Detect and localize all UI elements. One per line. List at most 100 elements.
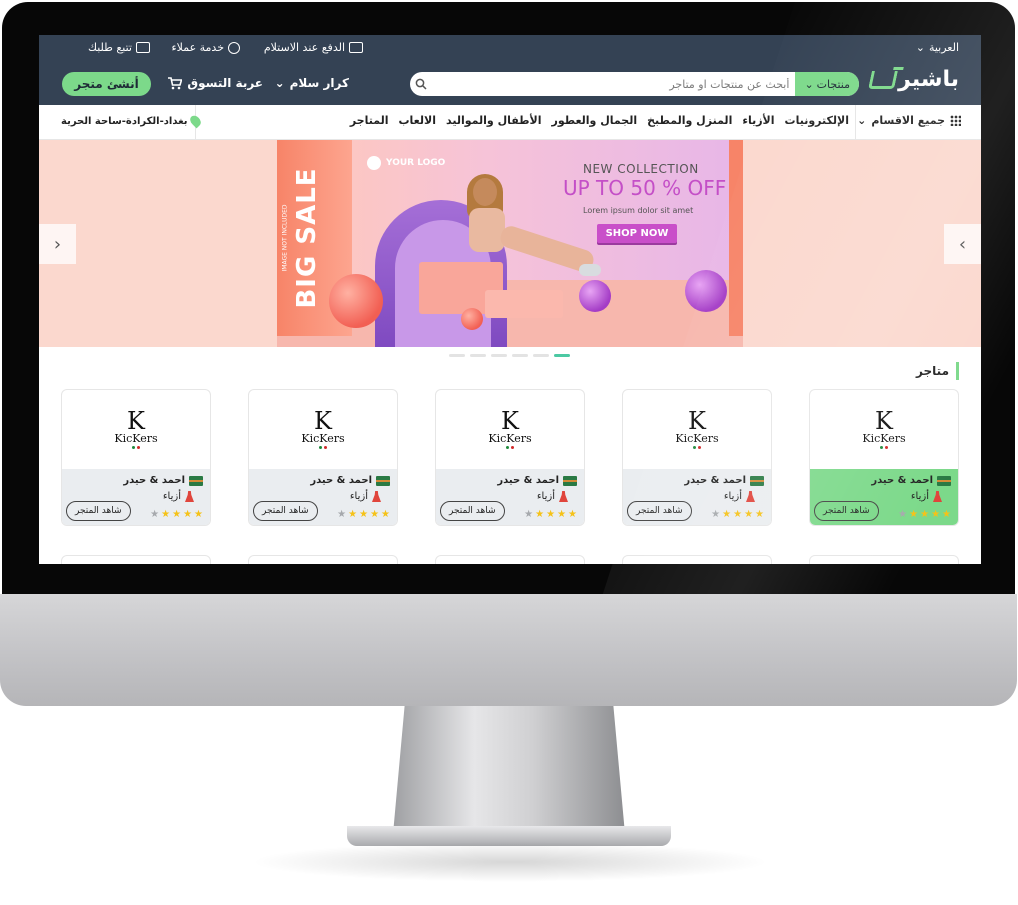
store-info: احمد & حيدر أزياء ★ ★ ★ ★ ★ شاهد المتجر bbox=[810, 469, 958, 525]
cod-link[interactable]: الدفع عند الاستلام bbox=[264, 41, 363, 54]
brand-name: KicKers bbox=[301, 431, 345, 445]
headset-icon bbox=[228, 41, 240, 54]
track-order-link[interactable]: تتبع طلبك bbox=[88, 41, 150, 54]
all-categories-label: جميع الاقسام bbox=[871, 114, 945, 127]
chevron-left-icon: ‹ bbox=[53, 233, 62, 255]
store-card[interactable]: K KicKers احمد & حيدر أزياء ★ ★ ★ ★ ★ شاهد ا… bbox=[61, 389, 211, 526]
view-store-button[interactable]: شاهد المتجر bbox=[440, 501, 505, 521]
store-rating: ★ ★ ★ ★ ★ bbox=[337, 509, 390, 520]
nav-link-electronics[interactable]: الإلكترونيات bbox=[785, 114, 849, 127]
monitor-stand bbox=[393, 706, 625, 834]
support-label: خدمة عملاء bbox=[171, 41, 224, 54]
category-links: الإلكترونيات الأزياء المنزل والمطبخ الجم… bbox=[350, 114, 849, 127]
banner-model-image bbox=[439, 174, 601, 298]
language-label: العربية bbox=[928, 41, 959, 54]
site-logo[interactable]: باشير bbox=[868, 67, 960, 92]
hero-banner[interactable]: BIG SALE IMAGE NOT INCLUDED YOUR LOGO NE… bbox=[39, 140, 981, 347]
category-nav: جميع الاقسام ⌄ الإلكترونيات الأزياء المن… bbox=[39, 105, 981, 140]
slider-next-button[interactable]: › bbox=[944, 224, 981, 264]
store-category: أزياء bbox=[537, 491, 568, 502]
store-card[interactable]: K KicKers احمد & حيدر أزياء ★ ★ ★ ★ ★ شاهد ا… bbox=[248, 389, 398, 526]
search-category-select[interactable]: منتجات ⌄ bbox=[795, 72, 859, 96]
cart-icon bbox=[168, 76, 183, 89]
language-switcher[interactable]: العربية ⌄ bbox=[916, 41, 959, 54]
store-card-partial[interactable] bbox=[435, 555, 585, 564]
user-menu[interactable]: كرار سلام ⌄ bbox=[275, 76, 349, 90]
dress-icon bbox=[185, 491, 194, 502]
search-bar: منتجات ⌄ bbox=[410, 72, 859, 96]
dress-icon bbox=[559, 491, 568, 502]
banner-title: NEW COLLECTION bbox=[583, 162, 699, 176]
logo-placeholder-icon bbox=[367, 156, 381, 170]
browser-screen: العربية ⌄ الدفع عند الاستلام خدمة عملاء … bbox=[39, 35, 981, 564]
brand-mark: K bbox=[501, 406, 519, 435]
store-name: احمد & حيدر bbox=[497, 475, 577, 486]
cod-label: الدفع عند الاستلام bbox=[263, 41, 345, 54]
banner-logo: YOUR LOGO bbox=[367, 156, 445, 170]
chevron-down-icon: ⌄ bbox=[804, 77, 814, 91]
location-label: بغداد-الكرادة-ساحة الحرية bbox=[61, 115, 188, 127]
pin-icon bbox=[187, 113, 203, 129]
nav-link-toys[interactable]: الالعاب bbox=[399, 114, 437, 127]
slider-dot[interactable] bbox=[470, 354, 486, 357]
sale-text: BIG SALE bbox=[292, 167, 322, 309]
store-card-partial[interactable] bbox=[248, 555, 398, 564]
create-store-button[interactable]: أنشئ متجر bbox=[62, 72, 151, 96]
store-card-partial[interactable] bbox=[622, 555, 772, 564]
slider-dot[interactable] bbox=[449, 354, 465, 357]
cart-link[interactable]: عربة التسوق bbox=[168, 76, 263, 90]
brand-name: KicKers bbox=[114, 431, 158, 445]
store-category: أزياء bbox=[911, 491, 942, 502]
search-icon[interactable] bbox=[410, 72, 432, 96]
nav-link-fashion[interactable]: الأزياء bbox=[742, 114, 774, 127]
brand-name: KicKers bbox=[862, 431, 906, 445]
shop-now-button[interactable]: SHOP NOW bbox=[597, 224, 677, 243]
all-categories-menu[interactable]: جميع الاقسام ⌄ bbox=[857, 114, 961, 127]
slider-dot[interactable] bbox=[512, 354, 528, 357]
nav-link-beauty[interactable]: الجمال والعطور bbox=[552, 114, 638, 127]
view-store-button[interactable]: شاهد المتجر bbox=[627, 501, 692, 521]
store-name: احمد & حيدر bbox=[684, 475, 764, 486]
decor-sphere bbox=[685, 270, 727, 312]
store-card-partial[interactable] bbox=[61, 555, 211, 564]
store-name: احمد & حيدر bbox=[310, 475, 390, 486]
brand-name: KicKers bbox=[675, 431, 719, 445]
store-info: احمد & حيدر أزياء ★ ★ ★ ★ ★ شاهد المتجر bbox=[62, 469, 210, 525]
view-store-button[interactable]: شاهد المتجر bbox=[66, 501, 131, 521]
store-card[interactable]: K KicKers احمد & حيدر أزياء ★ ★ ★ ★ ★ شاهد ا… bbox=[622, 389, 772, 526]
store-card-partial[interactable] bbox=[809, 555, 959, 564]
store-name: احمد & حيدر bbox=[871, 475, 951, 486]
store-rating: ★ ★ ★ ★ ★ bbox=[150, 509, 203, 520]
view-store-button[interactable]: شاهد المتجر bbox=[814, 501, 879, 521]
store-card[interactable]: K KicKers احمد & حيدر أزياء ★ ★ ★ ★ ★ شاهد ا… bbox=[435, 389, 585, 526]
store-logo: K KicKers bbox=[436, 390, 584, 468]
delivery-location[interactable]: بغداد-الكرادة-ساحة الحرية bbox=[61, 113, 203, 129]
slider-prev-button[interactable]: ‹ bbox=[39, 224, 76, 264]
shop-icon bbox=[189, 475, 203, 486]
view-store-button[interactable]: شاهد المتجر bbox=[253, 501, 318, 521]
decor-sphere bbox=[461, 308, 483, 330]
track-label: تتبع طلبك bbox=[87, 41, 132, 54]
truck-icon bbox=[136, 42, 150, 53]
nav-link-stores[interactable]: المتاجر bbox=[350, 114, 389, 127]
slider-dot[interactable] bbox=[491, 354, 507, 357]
chevron-down-icon: ⌄ bbox=[274, 76, 285, 90]
monitor-chin bbox=[0, 594, 1017, 706]
decor-sphere bbox=[579, 280, 611, 312]
user-name: كرار سلام bbox=[289, 76, 349, 90]
store-rating: ★ ★ ★ ★ ★ bbox=[711, 509, 764, 520]
store-rating: ★ ★ ★ ★ ★ bbox=[898, 509, 951, 520]
dress-icon bbox=[746, 491, 755, 502]
slider-dot-active[interactable] bbox=[554, 354, 570, 357]
store-card[interactable]: K KicKers احمد & حيدر أزياء ★ ★ ★ ★ ★ شاهد ا… bbox=[809, 389, 959, 526]
banner-subtitle: Lorem ipsum dolor sit amet bbox=[583, 206, 694, 215]
support-link[interactable]: خدمة عملاء bbox=[171, 41, 240, 54]
slider-dot[interactable] bbox=[533, 354, 549, 357]
brand-mark: K bbox=[688, 406, 706, 435]
store-info: احمد & حيدر أزياء ★ ★ ★ ★ ★ شاهد المتجر bbox=[623, 469, 771, 525]
search-input[interactable] bbox=[432, 72, 796, 96]
brand-mark: K bbox=[127, 406, 145, 435]
nav-link-kids[interactable]: الأطفال والمواليد bbox=[446, 114, 542, 127]
sale-note: IMAGE NOT INCLUDED bbox=[281, 204, 289, 272]
nav-link-home-kitchen[interactable]: المنزل والمطبخ bbox=[647, 114, 732, 127]
